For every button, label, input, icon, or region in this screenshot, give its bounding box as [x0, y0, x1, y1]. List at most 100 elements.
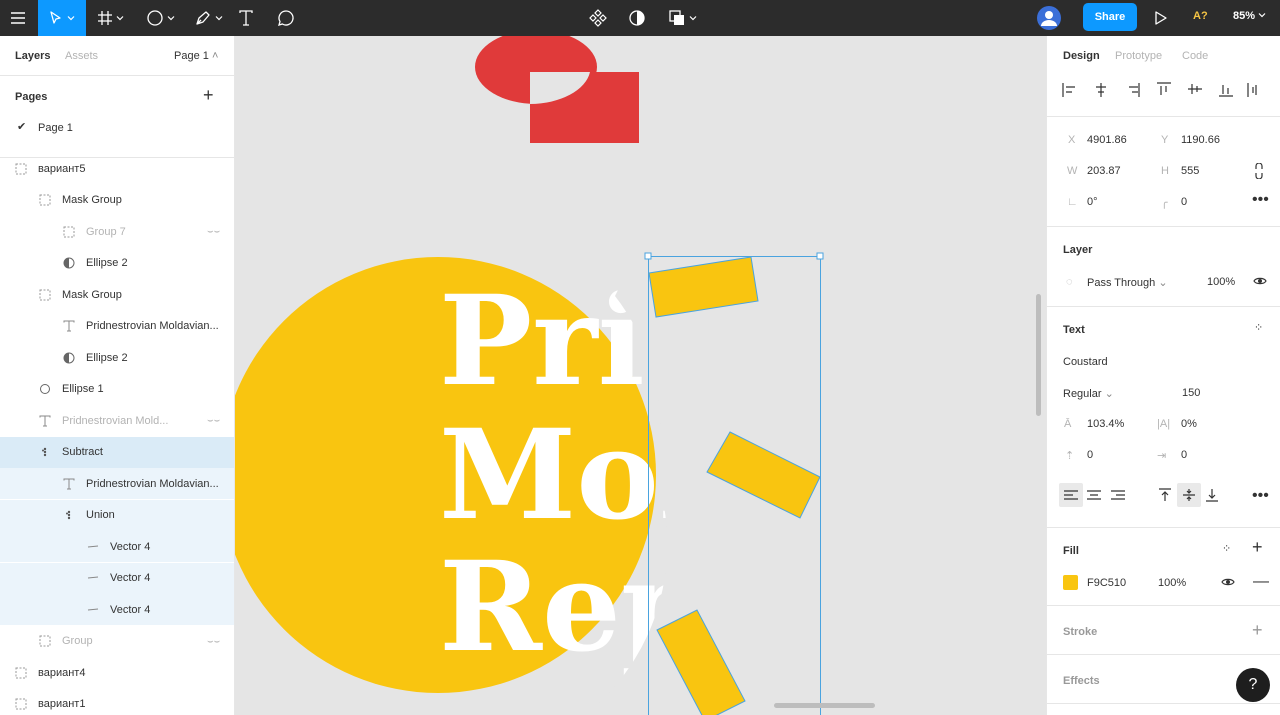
tab-prototype[interactable]: Prototype — [1115, 50, 1162, 62]
page-item-page-1[interactable]: ✔ Page 1 — [0, 114, 234, 142]
fill-styles-icon[interactable]: ⁘ — [1222, 542, 1231, 555]
eye-icon[interactable] — [1253, 276, 1267, 286]
layer-row[interactable]: вариант5 — [0, 153, 234, 184]
text-align-right-icon[interactable] — [1111, 490, 1125, 500]
layer-row[interactable]: Pridnestrovian Moldavian... — [0, 468, 234, 499]
frame-icon — [15, 163, 27, 175]
layer-opacity-field[interactable]: 100% — [1207, 276, 1235, 288]
layer-label: Group — [62, 635, 93, 647]
add-stroke-icon[interactable]: + — [1252, 620, 1263, 641]
present-button[interactable] — [1150, 0, 1172, 36]
layer-row[interactable]: Pridnestrovian Moldavian... — [0, 311, 234, 342]
selection-handle-top-right[interactable] — [816, 252, 824, 260]
help-button[interactable]: ? — [1236, 668, 1270, 702]
red-shape-group[interactable] — [475, 36, 639, 143]
remove-fill-icon[interactable]: — — [1253, 573, 1269, 591]
selection-handle-top-left[interactable] — [644, 252, 652, 260]
font-style-select[interactable]: Regular ⌄ — [1063, 387, 1114, 400]
fill-color-swatch[interactable] — [1063, 575, 1078, 590]
constrain-proportions-icon[interactable] — [1253, 163, 1265, 179]
layer-row[interactable]: Union — [0, 499, 234, 531]
fill-eye-icon[interactable] — [1221, 577, 1235, 587]
more-icon[interactable]: ••• — [1252, 191, 1269, 209]
move-tool-button[interactable] — [38, 0, 86, 36]
layer-row[interactable]: вариант1 — [0, 689, 234, 715]
frame-tool-button[interactable] — [90, 0, 132, 36]
eye-closed-icon[interactable]: ⌣⌣ — [207, 636, 220, 647]
layer-row[interactable]: Ellipse 1 — [0, 374, 234, 405]
font-size-field[interactable]: 150 — [1182, 387, 1200, 399]
paragraph-indent-icon: ⇥ — [1157, 450, 1167, 462]
main-menu-icon[interactable] — [0, 0, 36, 36]
width-field[interactable]: 203.87 — [1087, 165, 1121, 177]
play-icon — [1155, 11, 1167, 25]
x-label: X — [1068, 134, 1076, 146]
vector-icon — [87, 604, 99, 616]
tab-assets[interactable]: Assets — [65, 50, 98, 62]
text-icon — [63, 320, 75, 332]
tab-layers[interactable]: Layers — [15, 50, 50, 62]
share-button[interactable]: Share — [1083, 3, 1137, 31]
letter-spacing-field[interactable]: 0% — [1181, 418, 1197, 430]
layer-row[interactable]: вариант4 — [0, 657, 234, 688]
align-left-icon — [1062, 83, 1075, 97]
avatar[interactable] — [1036, 0, 1062, 36]
add-page-icon[interactable]: + — [203, 85, 214, 106]
zoom-level[interactable]: 85% — [1233, 10, 1266, 22]
fill-hex-field[interactable]: F9C510 — [1087, 577, 1126, 589]
page-selector[interactable]: Page 1 ˄ — [174, 50, 218, 62]
fill-title: Fill — [1063, 545, 1079, 557]
paragraph-spacing-field[interactable]: 0 — [1087, 449, 1093, 461]
layer-row[interactable]: Group ⌣⌣ — [0, 626, 234, 657]
tab-code[interactable]: Code — [1182, 50, 1208, 62]
align-text-bottom-icon[interactable] — [1205, 488, 1219, 502]
layer-row[interactable]: Vector 4 — [0, 594, 234, 625]
layer-row[interactable]: Mask Group — [0, 279, 234, 310]
accessibility-badge[interactable]: A? — [1193, 10, 1208, 22]
eye-closed-icon[interactable]: ⌣⌣ — [207, 226, 220, 237]
chevron-up-icon: ˄ — [211, 50, 219, 62]
vertical-scrollbar[interactable] — [1036, 294, 1041, 416]
shape-tool-button[interactable] — [140, 0, 182, 36]
mask-button[interactable] — [625, 0, 649, 36]
layer-row[interactable]: Pridnestrovian Mold... ⌣⌣ — [0, 405, 234, 436]
line-height-field[interactable]: 103.4% — [1087, 418, 1124, 430]
add-fill-icon[interactable]: + — [1252, 537, 1263, 558]
component-button[interactable] — [586, 0, 610, 36]
comment-tool-button[interactable] — [274, 0, 298, 36]
blend-mode-select[interactable]: Pass Through ⌄ — [1087, 276, 1168, 289]
radius-field[interactable]: 0 — [1181, 196, 1187, 208]
align-text-middle-button[interactable] — [1177, 483, 1201, 507]
layer-row[interactable]: Vector 4 — [0, 562, 234, 594]
fill-opacity-field[interactable]: 100% — [1158, 577, 1186, 589]
layer-row[interactable]: Vector 4 — [0, 531, 234, 562]
text-align-center-icon[interactable] — [1087, 490, 1101, 500]
text-tool-button[interactable] — [234, 0, 258, 36]
tab-design[interactable]: Design — [1063, 50, 1100, 62]
rotation-field[interactable]: 0° — [1087, 196, 1098, 208]
layer-label: Ellipse 2 — [86, 257, 128, 269]
y-field[interactable]: 1190.66 — [1181, 134, 1220, 146]
zoom-value: 85% — [1233, 10, 1256, 22]
height-field[interactable]: 555 — [1181, 165, 1199, 177]
layer-row[interactable]: Mask Group — [0, 185, 234, 216]
font-style-value: Regular — [1063, 388, 1102, 400]
horizontal-scrollbar[interactable] — [774, 703, 875, 708]
pen-tool-button[interactable] — [188, 0, 230, 36]
font-family-select[interactable]: Coustard — [1063, 356, 1108, 368]
canvas[interactable]: Pri Mol Rep — [235, 36, 1046, 715]
layer-row[interactable]: Ellipse 2 — [0, 248, 234, 279]
text-styles-icon[interactable]: ⁘ — [1254, 321, 1263, 334]
align-text-top-icon[interactable] — [1158, 488, 1172, 502]
layer-row[interactable]: Subtract — [0, 436, 234, 468]
paragraph-indent-field[interactable]: 0 — [1181, 449, 1187, 461]
text-more-icon[interactable]: ••• — [1252, 487, 1269, 505]
x-field[interactable]: 4901.86 — [1087, 134, 1127, 146]
eye-closed-icon[interactable]: ⌣⌣ — [207, 415, 220, 426]
layer-row[interactable]: Ellipse 2 — [0, 342, 234, 373]
w-label: W — [1067, 165, 1078, 177]
align-text-left-button[interactable] — [1059, 483, 1083, 507]
layer-row[interactable]: Group 7 ⌣⌣ — [0, 216, 234, 247]
layer-label: вариант5 — [38, 162, 86, 175]
boolean-button[interactable] — [664, 0, 702, 36]
